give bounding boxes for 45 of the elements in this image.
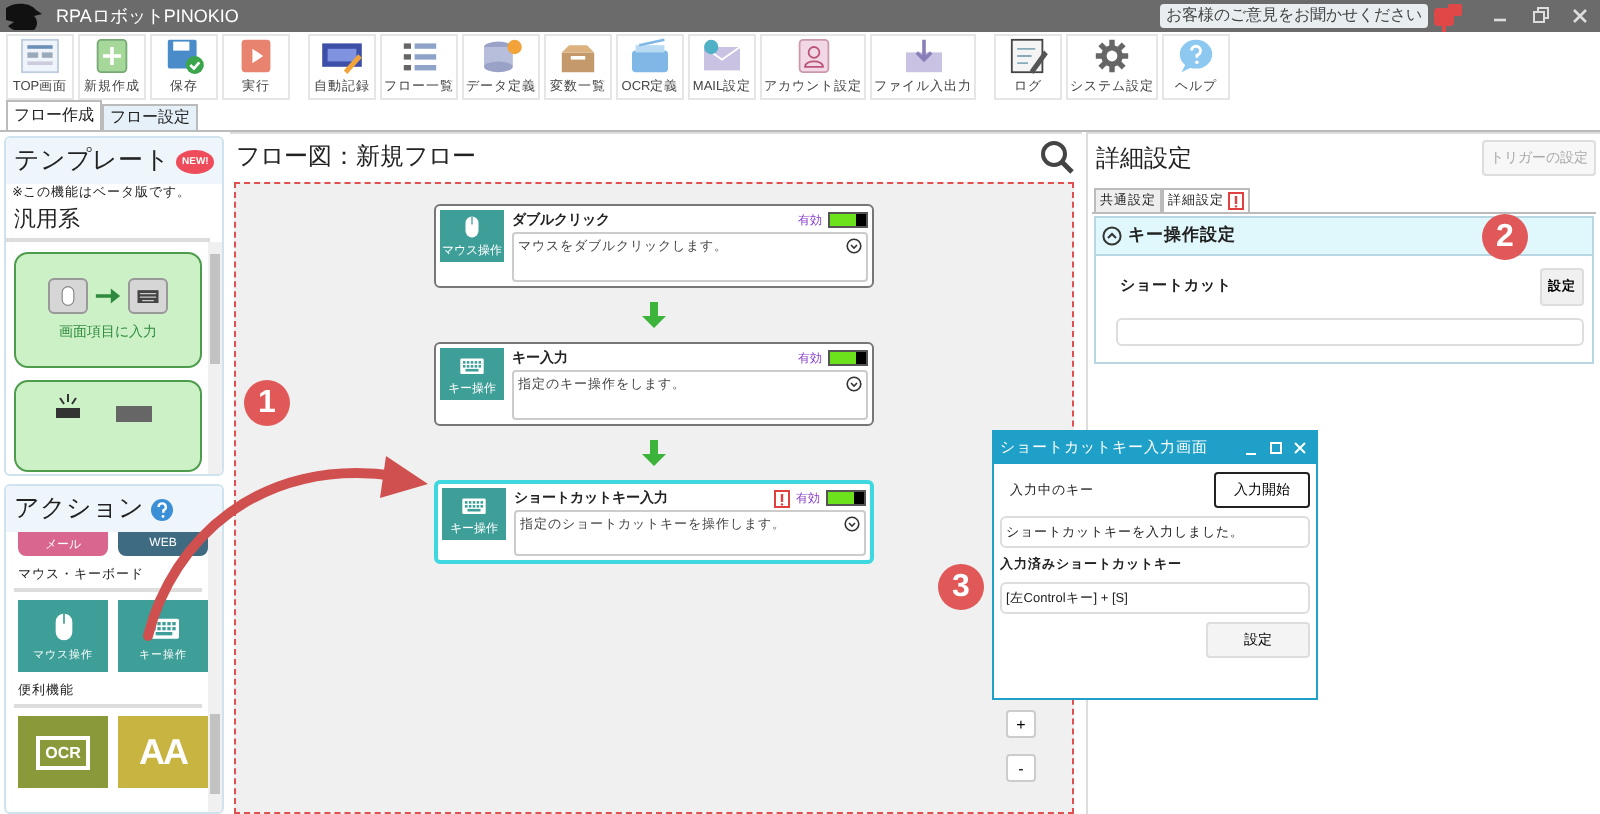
floppy-disk-icon bbox=[162, 38, 206, 74]
restore-button[interactable] bbox=[1530, 6, 1550, 26]
input-field[interactable] bbox=[1116, 318, 1584, 346]
expand-icon[interactable] bbox=[846, 376, 862, 392]
app-title: RPAロボットPINOKIO bbox=[56, 3, 239, 29]
tab[interactable]: フロー作成 bbox=[6, 100, 102, 130]
logo-icon bbox=[4, 2, 44, 30]
download-icon bbox=[901, 38, 945, 74]
mouse-tile-icon bbox=[48, 278, 88, 314]
enable-toggle[interactable] bbox=[828, 350, 868, 366]
enable-toggle[interactable] bbox=[826, 490, 866, 506]
scrollbar[interactable] bbox=[208, 532, 222, 812]
notepad-pencil-icon bbox=[1006, 38, 1050, 74]
maximize-button[interactable] bbox=[1268, 440, 1284, 456]
panel-title: アクション bbox=[14, 492, 144, 526]
panel-title: 詳細設定 bbox=[1096, 141, 1192, 175]
search-icon[interactable] bbox=[1040, 139, 1074, 173]
enable-toggle[interactable] bbox=[828, 212, 868, 228]
scanner-icon bbox=[628, 38, 672, 74]
category-heading: 汎用系 bbox=[6, 202, 210, 242]
keyboard-tile-icon bbox=[128, 278, 168, 314]
template-card[interactable] bbox=[14, 380, 202, 472]
film-pencil-icon bbox=[320, 38, 364, 74]
expand-icon[interactable] bbox=[844, 516, 860, 532]
zoom-button[interactable]: + bbox=[1006, 710, 1036, 738]
down-arrow-icon bbox=[642, 302, 666, 328]
collapse-icon[interactable] bbox=[1102, 226, 1122, 246]
zoom-button[interactable]: - bbox=[1006, 754, 1036, 782]
close-button[interactable] bbox=[1570, 6, 1590, 26]
section-title: キー操作設定 bbox=[1128, 224, 1236, 248]
settings-icon bbox=[1090, 38, 1134, 74]
panel-title: テンプレート bbox=[14, 144, 170, 178]
feedback-banner[interactable]: お客様のご意見をお聞かせください bbox=[1160, 4, 1428, 28]
arrow-icon bbox=[94, 284, 122, 308]
envelope-icon bbox=[700, 38, 744, 74]
help-icon[interactable] bbox=[150, 497, 174, 521]
page-icon bbox=[18, 38, 62, 74]
expand-icon[interactable] bbox=[846, 238, 862, 254]
down-arrow-icon bbox=[642, 440, 666, 466]
scrollbar[interactable] bbox=[208, 242, 222, 474]
mailbox-icon bbox=[1432, 1, 1464, 31]
flow-title: フロー図：新規フロー bbox=[236, 139, 478, 173]
database-gear-icon bbox=[479, 38, 523, 74]
tab[interactable]: フロー設定 bbox=[102, 104, 198, 130]
help-icon bbox=[1174, 38, 1218, 74]
